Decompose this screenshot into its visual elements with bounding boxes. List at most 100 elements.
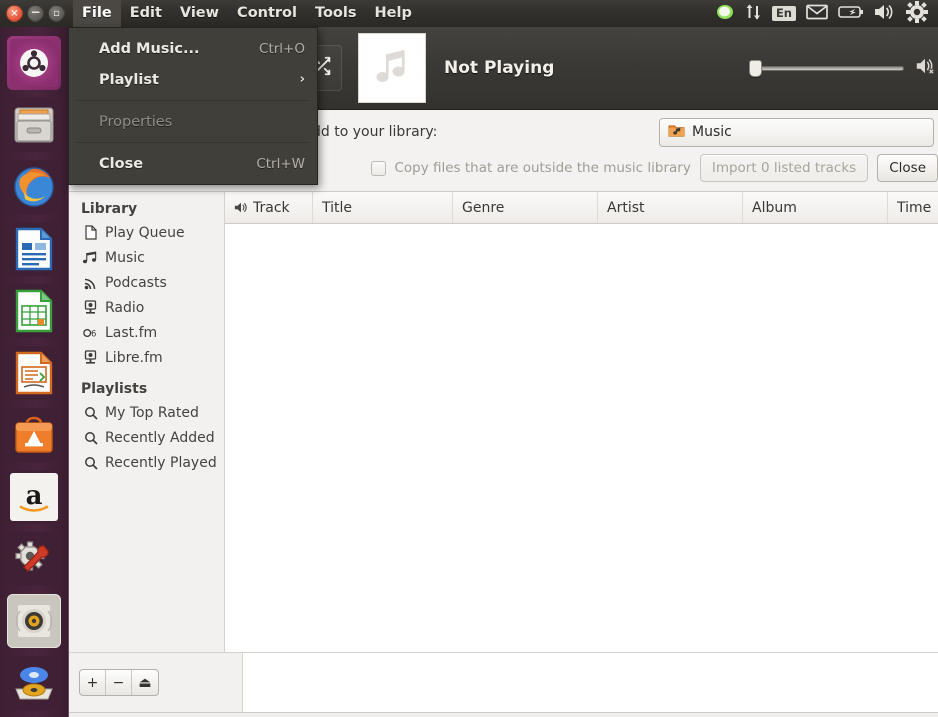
sidebar-item-lastfm[interactable]: 6 Last.fm xyxy=(69,320,224,345)
ubuntu-software-center-icon xyxy=(10,411,58,459)
folder-select[interactable]: Music xyxy=(659,117,934,147)
sidebar-item-label: Podcasts xyxy=(105,274,167,291)
copy-files-checkbox-group[interactable]: Copy files that are outside the music li… xyxy=(371,160,691,176)
menu-help[interactable]: Help xyxy=(366,0,421,27)
menu-edit[interactable]: Edit xyxy=(121,0,171,27)
sidebar-item-my-top-rated[interactable]: My Top Rated xyxy=(69,400,224,425)
add-button[interactable]: + xyxy=(80,670,106,695)
launcher-item-libreoffice-calc[interactable] xyxy=(7,284,61,338)
sidebar-item-radio[interactable]: Radio xyxy=(69,295,224,320)
column-header-album[interactable]: Album xyxy=(743,192,888,223)
launcher-item-files[interactable] xyxy=(7,98,61,152)
window-maximize-button[interactable]: ▫ xyxy=(48,5,65,22)
sidebar-item-recently-played[interactable]: Recently Played xyxy=(69,450,224,475)
volume-indicator[interactable] xyxy=(874,0,896,27)
eject-button[interactable]: ⏏ xyxy=(132,670,158,695)
column-header-time[interactable]: Time xyxy=(888,192,938,223)
column-header-label: Genre xyxy=(462,199,505,216)
window-minimize-button[interactable]: − xyxy=(27,5,44,22)
launcher-item-media-player[interactable] xyxy=(7,656,61,710)
sidebar-item-music[interactable]: Music xyxy=(69,245,224,270)
file-menu-dropdown: Add Music... Ctrl+O Playlist › Propertie… xyxy=(68,27,318,185)
sidebar-item-recently-added[interactable]: Recently Added xyxy=(69,425,224,450)
sidebar-item-librefm[interactable]: Libre.fm xyxy=(69,345,224,370)
track-list-pane: Track Title Genre Artist Album Time xyxy=(225,192,938,652)
launcher-item-dash[interactable] xyxy=(7,36,61,90)
menu-item-label: Add Music... xyxy=(99,40,200,57)
sidebar-item-label: My Top Rated xyxy=(105,404,199,421)
import-close-button[interactable]: Close xyxy=(877,154,938,182)
import-tracks-button[interactable]: Import 0 listed tracks xyxy=(699,154,869,182)
rss-icon xyxy=(83,276,98,290)
menu-item-add-music[interactable]: Add Music... Ctrl+O xyxy=(69,33,317,64)
launcher-item-amazon[interactable]: a xyxy=(7,470,61,524)
system-settings-indicator[interactable] xyxy=(906,0,928,27)
messaging-indicator[interactable] xyxy=(806,0,828,27)
files-icon xyxy=(10,101,58,149)
copy-files-label: Copy files that are outside the music li… xyxy=(394,160,691,176)
network-indicator[interactable] xyxy=(745,0,762,27)
radio-icon xyxy=(83,300,98,315)
rhythmbox-icon xyxy=(10,597,58,645)
menu-item-playlist[interactable]: Playlist › xyxy=(69,64,317,95)
close-icon: × xyxy=(10,7,19,19)
sidebar-item-podcasts[interactable]: Podcasts xyxy=(69,270,224,295)
launcher-item-libreoffice-writer[interactable] xyxy=(7,222,61,276)
battery-indicator[interactable] xyxy=(838,0,864,27)
column-header-label: Artist xyxy=(607,199,645,216)
volume-slider-track xyxy=(749,66,904,71)
launcher-item-libreoffice-impress[interactable] xyxy=(7,346,61,400)
menu-item-close[interactable]: Close Ctrl+W xyxy=(69,148,317,179)
firefox-icon xyxy=(10,163,58,211)
menu-item-accel: Ctrl+O xyxy=(259,40,305,57)
librefm-icon xyxy=(83,350,98,365)
column-header-genre[interactable]: Genre xyxy=(453,192,598,223)
volume-slider-handle[interactable] xyxy=(749,60,762,77)
launcher-item-software-center[interactable] xyxy=(7,408,61,462)
copy-files-checkbox[interactable] xyxy=(371,160,387,176)
speaker-icon xyxy=(234,201,248,214)
menu-view[interactable]: View xyxy=(171,0,228,27)
volume-area xyxy=(749,56,938,80)
menu-file[interactable]: File xyxy=(73,0,121,27)
menu-item-label: Playlist xyxy=(99,71,159,88)
column-header-title[interactable]: Title xyxy=(313,192,453,223)
launcher-item-firefox[interactable] xyxy=(7,160,61,214)
folder-select-value: Music xyxy=(692,124,732,140)
column-header-track[interactable]: Track xyxy=(225,192,313,223)
sidebar-item-label: Radio xyxy=(105,299,145,316)
ubuntu-one-indicator[interactable] xyxy=(715,0,735,27)
now-playing-label: Not Playing xyxy=(444,58,555,78)
minimize-icon: − xyxy=(30,4,41,19)
track-list-header: Track Title Genre Artist Album Time xyxy=(225,192,938,224)
search-icon xyxy=(83,406,98,420)
window-close-button[interactable]: × xyxy=(6,5,23,22)
keyboard-layout-indicator[interactable]: En xyxy=(771,0,796,27)
column-header-artist[interactable]: Artist xyxy=(598,192,743,223)
footer-filler xyxy=(243,653,938,712)
sidebar-item-label: Recently Played xyxy=(105,454,217,471)
libreoffice-writer-icon xyxy=(10,225,58,273)
indicator-area: En xyxy=(715,0,938,27)
ubuntu-dash-icon xyxy=(10,39,58,87)
window-footer: + − ⏏ xyxy=(69,652,938,712)
column-header-label: Album xyxy=(752,199,797,216)
menu-tools[interactable]: Tools xyxy=(306,0,366,27)
volume-icon xyxy=(874,3,896,25)
svg-text:a: a xyxy=(26,481,43,511)
menu-separator xyxy=(77,142,309,143)
sidebar-item-play-queue[interactable]: Play Queue xyxy=(69,220,224,245)
libreoffice-calc-icon xyxy=(10,287,58,335)
launcher-item-rhythmbox[interactable] xyxy=(7,594,61,648)
volume-slider[interactable] xyxy=(749,60,904,77)
menu-separator xyxy=(77,100,309,101)
remove-button[interactable]: − xyxy=(106,670,132,695)
window-body: Library Play Queue Music Podcasts Radio … xyxy=(69,192,938,652)
menu-control[interactable]: Control xyxy=(228,0,306,27)
menu-item-label: Properties xyxy=(99,113,173,130)
album-art-placeholder xyxy=(358,33,426,103)
launcher-item-system-settings[interactable] xyxy=(7,532,61,586)
track-list-rows[interactable] xyxy=(225,224,938,652)
battery-icon xyxy=(838,4,864,23)
volume-muted-icon[interactable] xyxy=(914,56,936,80)
